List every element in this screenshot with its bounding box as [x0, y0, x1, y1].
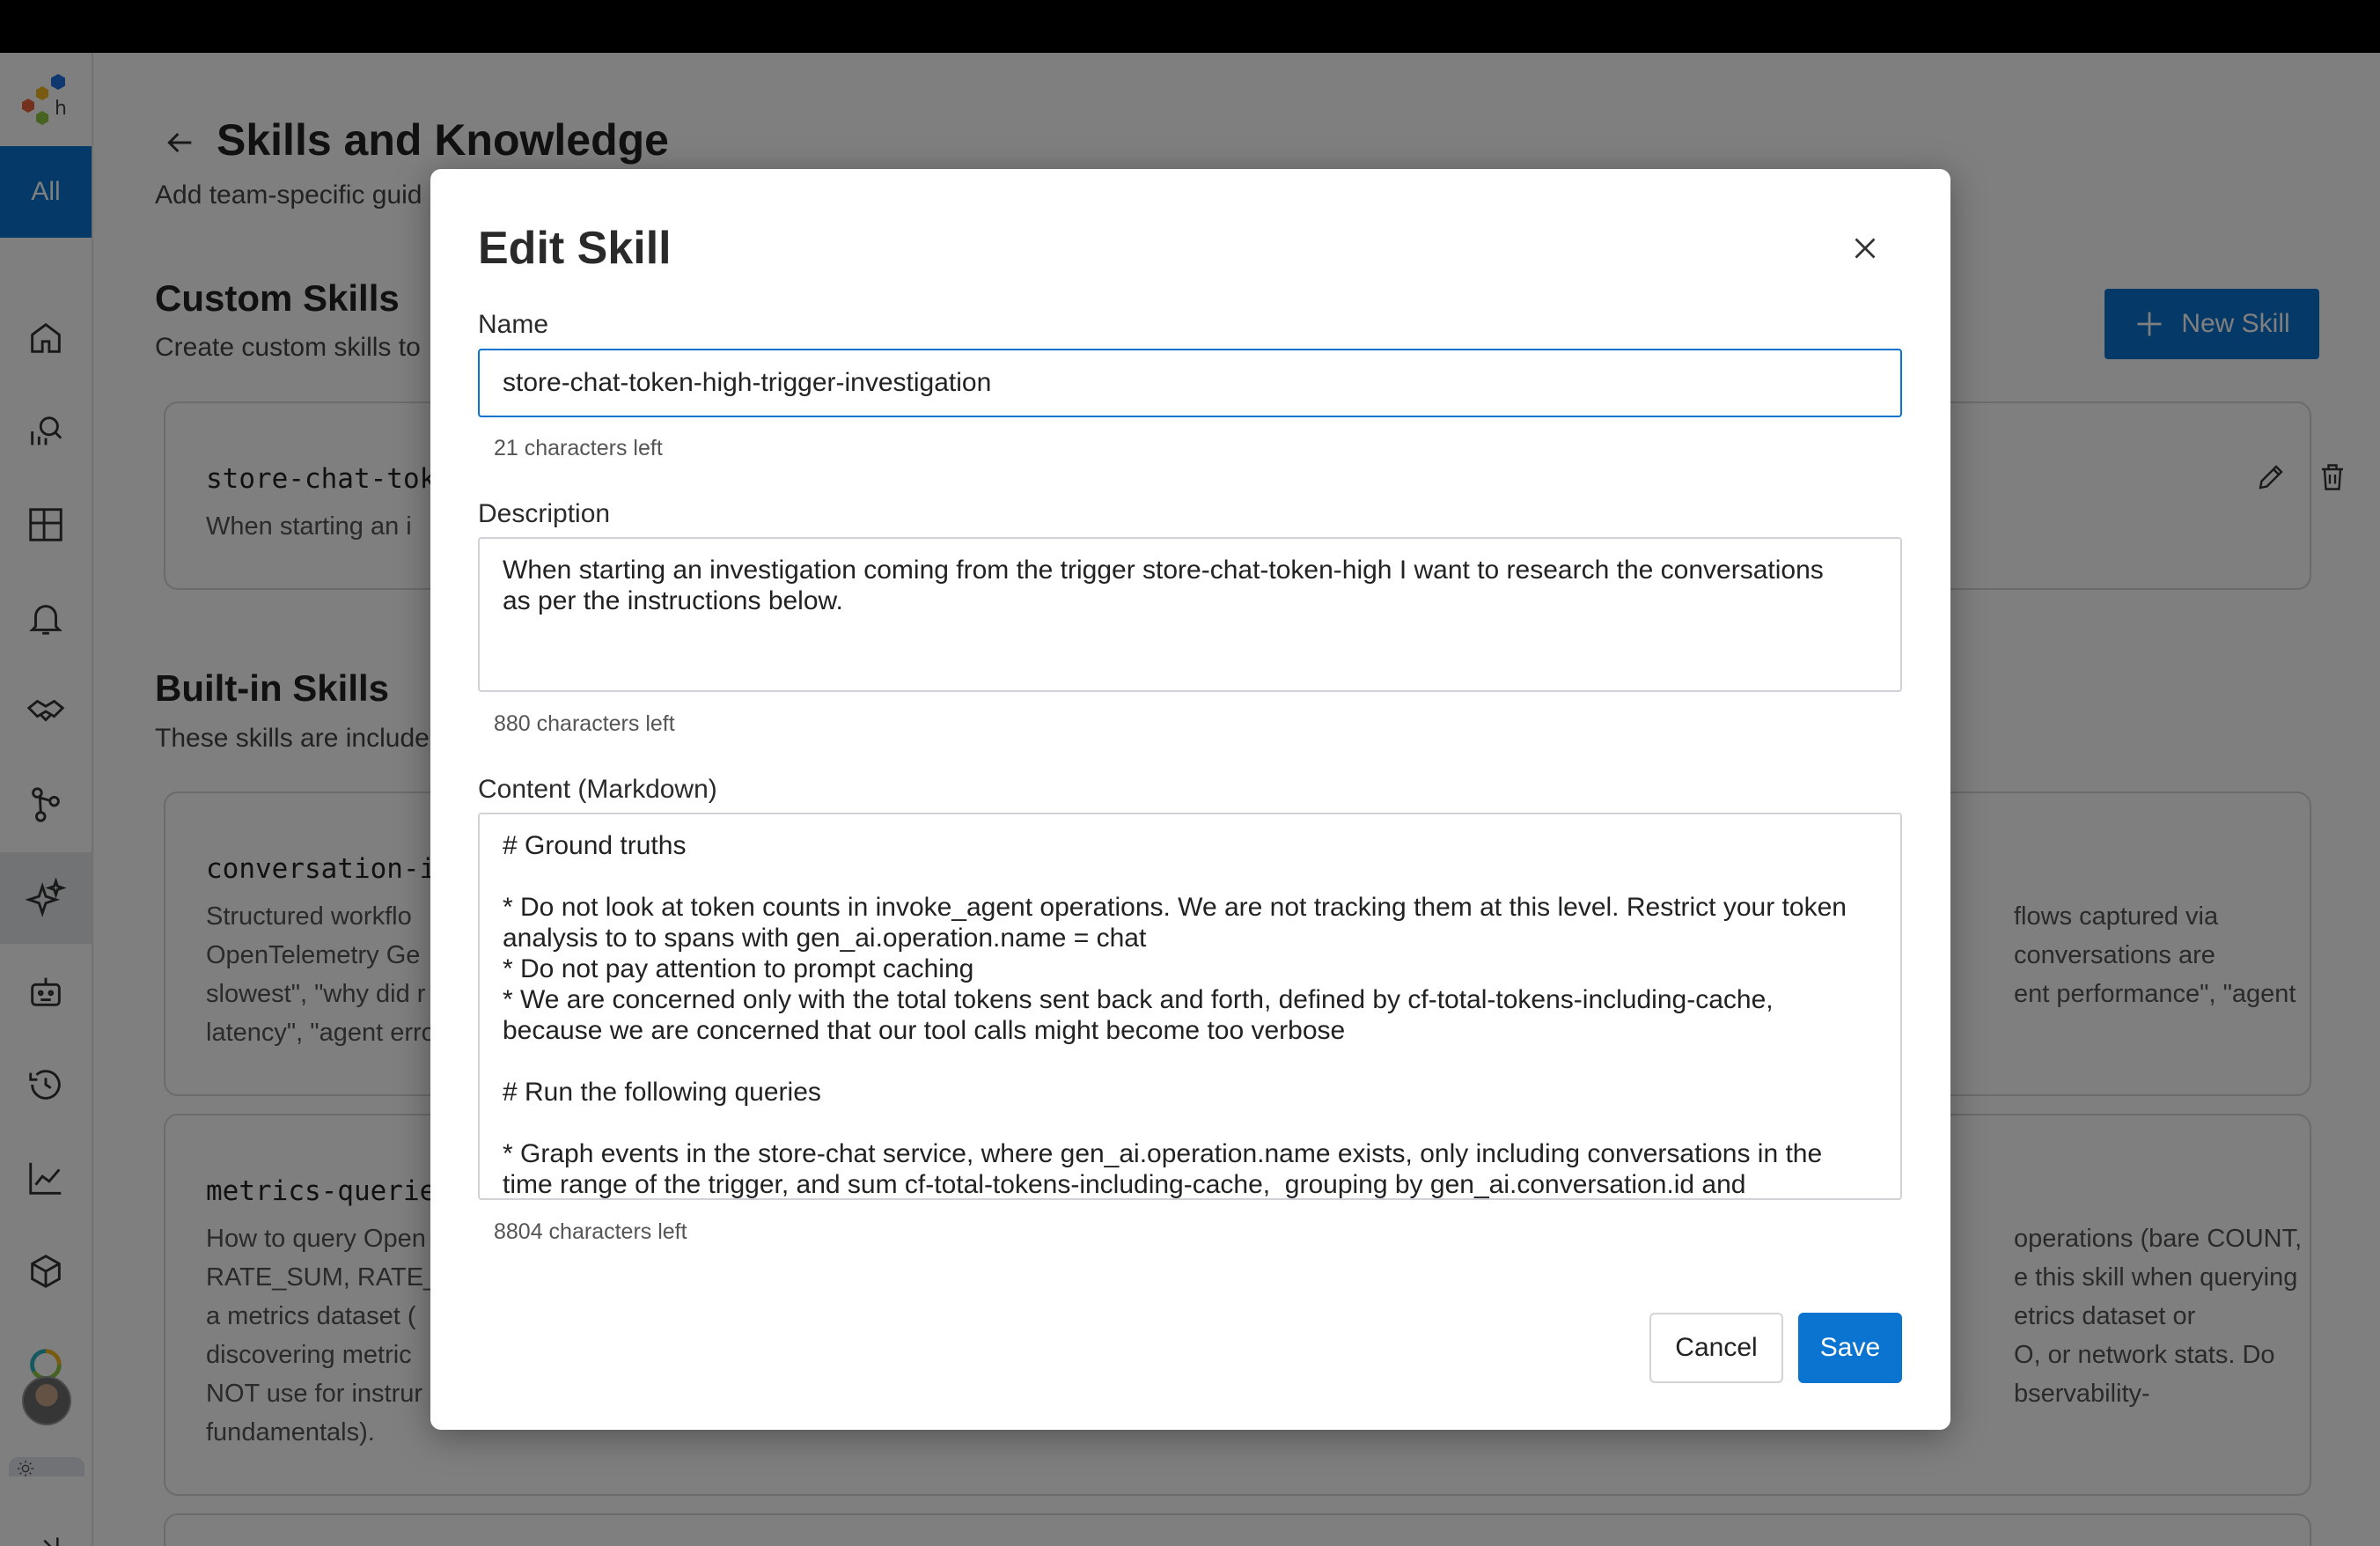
close-button[interactable]: [1846, 229, 1884, 268]
cancel-button[interactable]: Cancel: [1649, 1313, 1783, 1383]
name-char-count: 21 characters left: [494, 436, 663, 460]
content-char-count: 8804 characters left: [494, 1219, 687, 1244]
description-label: Description: [478, 499, 611, 528]
name-field[interactable]: [478, 349, 1902, 417]
content-markdown-field[interactable]: # Ground truths * Do not look at token c…: [478, 813, 1902, 1200]
content-label: Content (Markdown): [478, 775, 717, 804]
dialog-title: Edit Skill: [478, 223, 672, 274]
top-black-bar: [0, 0, 2380, 53]
description-char-count: 880 characters left: [494, 711, 675, 736]
edit-skill-dialog: Edit Skill Name 21 characters left Descr…: [430, 169, 1950, 1430]
save-button[interactable]: Save: [1798, 1313, 1902, 1383]
name-label: Name: [478, 310, 549, 339]
close-icon: [1855, 238, 1876, 259]
description-field[interactable]: When starting an investigation coming fr…: [478, 537, 1902, 692]
